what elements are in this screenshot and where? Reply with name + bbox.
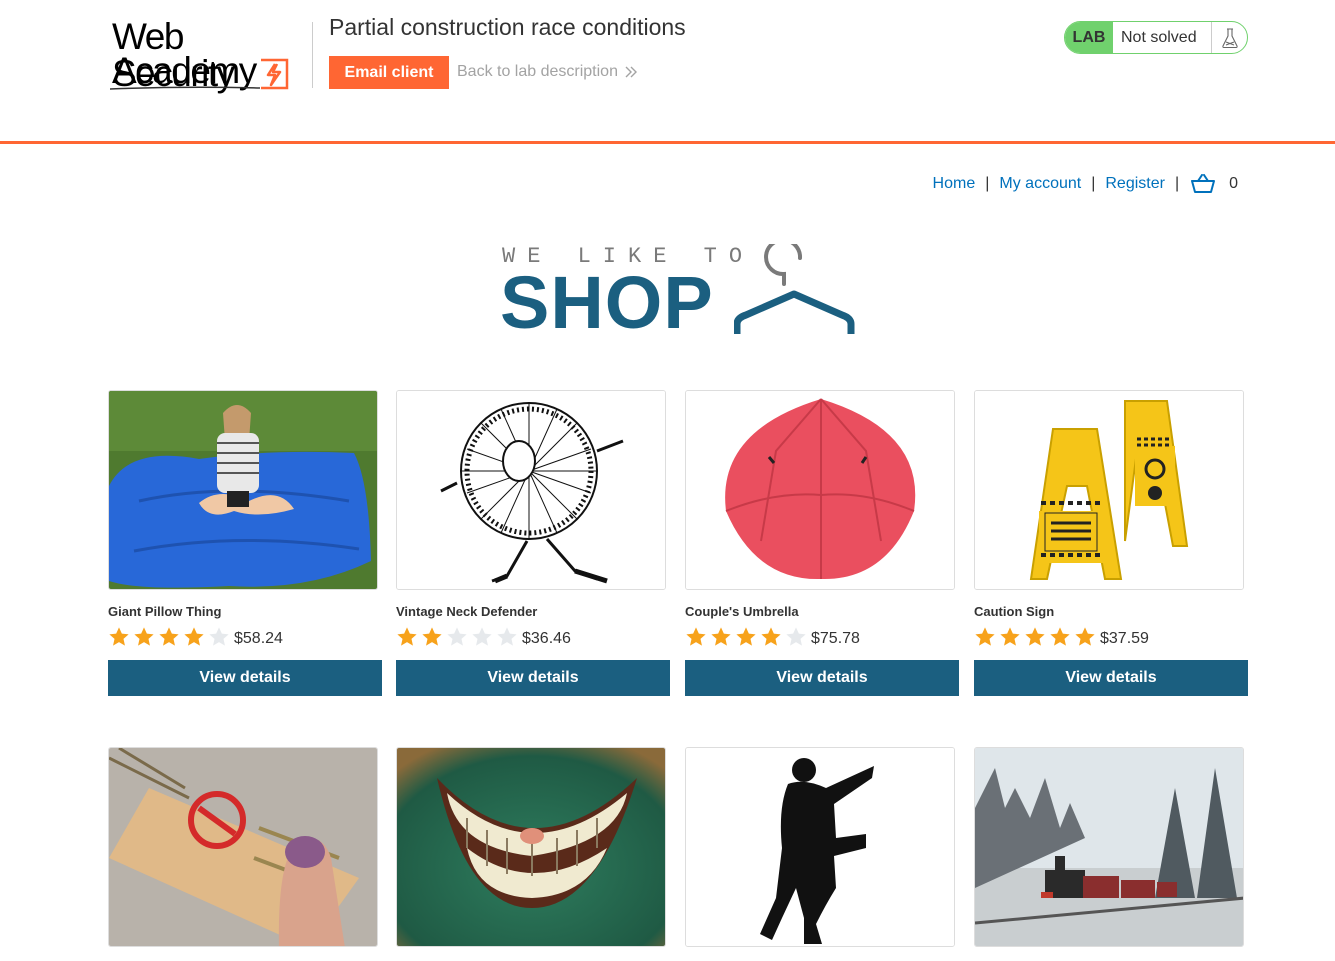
web-security-academy-logo[interactable]: Web Security Academy: [108, 18, 313, 92]
product-name: Caution Sign: [974, 604, 1055, 619]
product-image: [685, 747, 955, 947]
product-image: [974, 747, 1244, 947]
product-card: Caution Sign $37.59 View details: [974, 390, 1248, 696]
double-chevron-right-icon: [625, 66, 637, 78]
nav-register-link[interactable]: Register: [1105, 175, 1165, 193]
star-filled-icon: [109, 627, 129, 646]
cart-count: 0: [1229, 175, 1238, 192]
product-name: Vintage Neck Defender: [396, 604, 538, 619]
view-details-button[interactable]: View details: [396, 660, 670, 696]
star-rating: [396, 626, 518, 648]
product-price: $36.46: [522, 630, 571, 647]
star-rating: [108, 626, 230, 648]
product-card: Giant Pillow Thing $58.24 View details: [108, 390, 382, 696]
product-rating-row: $58.24: [108, 624, 382, 650]
star-rating: [685, 626, 807, 648]
logo-text-line2: Academy: [112, 50, 257, 91]
nav-separator: |: [985, 175, 990, 192]
top-nav: Home | My account | Register | 0: [933, 174, 1238, 194]
star-filled-icon: [1000, 627, 1020, 646]
product-price: $58.24: [234, 630, 283, 647]
academy-header: Web Security Academy Partial constructio…: [0, 0, 1335, 144]
nav-home-link[interactable]: Home: [933, 175, 976, 193]
product-rating-row: $36.46: [396, 624, 670, 650]
product-card: [108, 747, 382, 947]
star-empty-icon: [786, 627, 806, 646]
view-details-button[interactable]: View details: [974, 660, 1248, 696]
view-details-button[interactable]: View details: [108, 660, 382, 696]
product-card: [974, 747, 1248, 947]
product-rating-row: $37.59: [974, 624, 1248, 650]
product-price: $37.59: [1100, 630, 1149, 647]
star-empty-icon: [472, 627, 492, 646]
lab-badge: LAB: [1065, 22, 1113, 53]
basket-icon[interactable]: [1191, 174, 1216, 194]
view-details-button[interactable]: View details: [685, 660, 959, 696]
star-empty-icon: [447, 627, 467, 646]
hanger-icon: [734, 244, 855, 334]
product-image: [108, 747, 378, 947]
star-filled-icon: [159, 627, 179, 646]
back-to-lab-description-link[interactable]: Back to lab description: [457, 63, 638, 81]
lab-flask-icon: [1211, 22, 1247, 53]
star-rating: [974, 626, 1096, 648]
star-filled-icon: [686, 627, 706, 646]
star-filled-icon: [397, 627, 417, 646]
star-filled-icon: [1075, 627, 1095, 646]
star-filled-icon: [736, 627, 756, 646]
lab-status-text: Not solved: [1121, 28, 1197, 46]
logo-underline: [110, 86, 260, 90]
star-filled-icon: [184, 627, 204, 646]
product-name: Giant Pillow Thing: [108, 604, 222, 619]
star-filled-icon: [711, 627, 731, 646]
logo-divider: [312, 22, 313, 88]
product-image: [974, 390, 1244, 590]
product-image: [396, 747, 666, 947]
star-filled-icon: [1050, 627, 1070, 646]
star-empty-icon: [497, 627, 517, 646]
star-filled-icon: [975, 627, 995, 646]
product-name: Couple's Umbrella: [685, 604, 799, 619]
star-empty-icon: [209, 627, 229, 646]
product-rating-row: $75.78: [685, 624, 959, 650]
lab-title: Partial construction race conditions: [329, 14, 686, 40]
product-image: [396, 390, 666, 590]
logo-bolt-icon: [261, 58, 289, 90]
lab-status-widget: LAB Not solved: [1064, 21, 1248, 54]
star-filled-icon: [761, 627, 781, 646]
banner-title: SHOP: [500, 261, 714, 344]
nav-separator: |: [1174, 175, 1180, 192]
star-filled-icon: [134, 627, 154, 646]
star-filled-icon: [422, 627, 442, 646]
nav-separator: |: [1091, 175, 1096, 192]
nav-my-account-link[interactable]: My account: [999, 175, 1081, 193]
product-card: Couple's Umbrella $75.78 View details: [685, 390, 959, 696]
shop-banner: WE LIKE TO SHOP: [500, 240, 860, 340]
star-filled-icon: [1025, 627, 1045, 646]
product-image: [108, 390, 378, 590]
product-price: $75.78: [811, 630, 860, 647]
product-card: Vintage Neck Defender $36.46 View detail…: [396, 390, 670, 696]
email-client-button[interactable]: Email client: [329, 56, 449, 89]
product-image: [685, 390, 955, 590]
product-card: [685, 747, 959, 947]
product-card: [396, 747, 670, 947]
back-link-label: Back to lab description: [457, 63, 618, 80]
